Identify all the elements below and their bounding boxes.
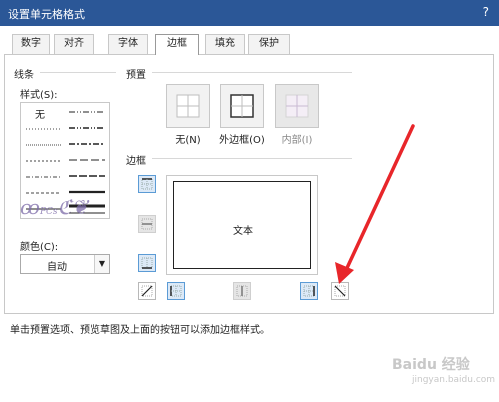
tab-border[interactable]: 边框: [155, 34, 199, 55]
baidu-watermark: Baidu 经验: [392, 357, 470, 373]
annotation-arrow: [335, 124, 415, 284]
baidu-watermark-url: jingyan.baidu.com: [412, 375, 496, 385]
